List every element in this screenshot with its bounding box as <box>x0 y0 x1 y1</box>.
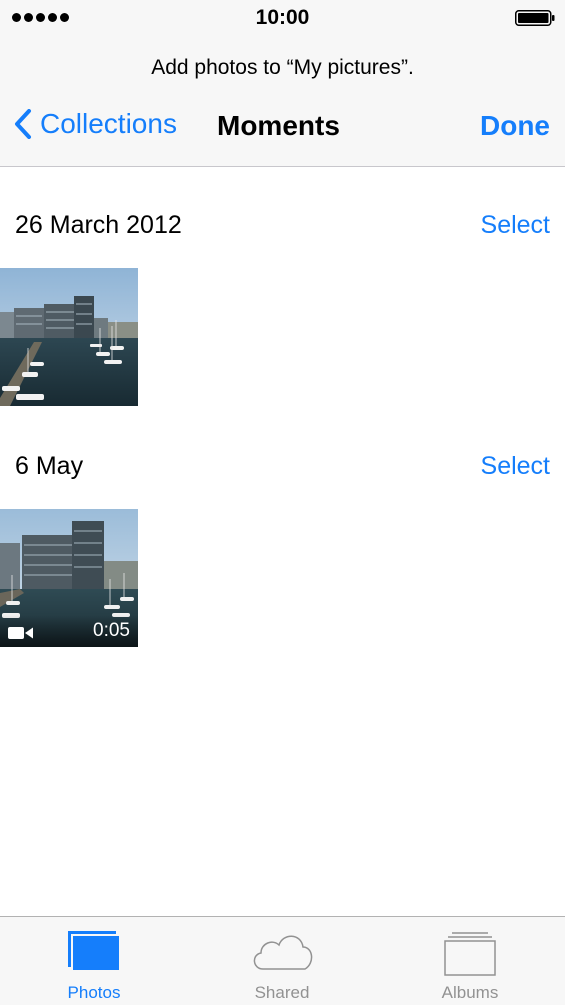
battery-icon <box>515 10 555 26</box>
status-time: 10:00 <box>255 6 310 29</box>
tab-albums[interactable]: Albums <box>376 917 564 1005</box>
navigation-header: Add photos to “My pictures”. Collections… <box>0 38 565 167</box>
tab-label: Albums <box>441 983 499 1002</box>
add-photos-prompt: Add photos to “My pictures”. <box>151 56 414 79</box>
back-button[interactable]: Collections <box>14 108 177 140</box>
video-duration: 0:05 <box>93 620 130 641</box>
video-camera-icon <box>8 627 33 639</box>
moment-header: 26 March 2012 Select <box>0 211 565 251</box>
select-button[interactable]: Select <box>481 211 550 240</box>
moment-header: 6 May Select <box>0 452 565 492</box>
moment-date: 6 May <box>15 452 84 480</box>
photo-thumbnail[interactable] <box>0 268 138 406</box>
harbor-photo <box>0 268 138 406</box>
tab-label: Photos <box>67 983 121 1002</box>
tab-shared[interactable]: Shared <box>188 917 376 1005</box>
chevron-left-icon <box>15 109 31 139</box>
tab-bar: Photos Shared Albums <box>0 916 565 1005</box>
cloud-icon <box>253 935 313 970</box>
done-button[interactable]: Done <box>480 110 550 142</box>
photos-icon <box>68 931 121 972</box>
page-title: Moments <box>217 110 340 141</box>
select-button[interactable]: Select <box>481 452 550 481</box>
tab-photos[interactable]: Photos <box>0 917 188 1005</box>
video-thumbnail[interactable]: 0:05 <box>0 509 138 647</box>
status-bar: 10:00 <box>0 0 565 38</box>
tab-label: Shared <box>254 983 310 1002</box>
back-label: Collections <box>40 108 177 139</box>
moment-date: 26 March 2012 <box>15 211 182 239</box>
albums-icon <box>444 932 496 976</box>
